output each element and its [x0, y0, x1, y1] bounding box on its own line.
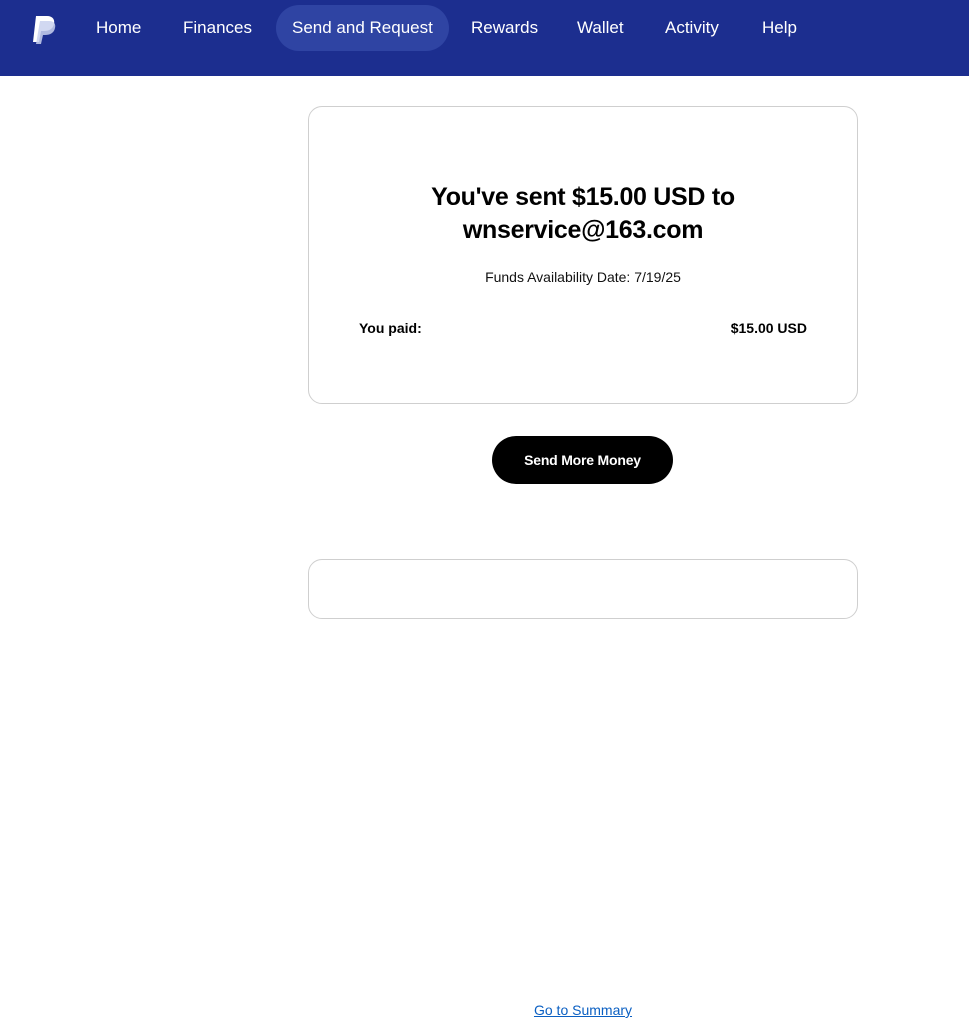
nav-item-send-and-request[interactable]: Send and Request	[276, 5, 449, 51]
summary-link-row: Go to Summary	[0, 501, 969, 1018]
nav-item-home[interactable]: Home	[80, 5, 157, 51]
top-navigation-bar: Home Finances Send and Request Rewards W…	[0, 0, 969, 76]
nav-item-activity[interactable]: Activity	[649, 5, 735, 51]
headline-amount-line: You've sent $15.00 USD to	[431, 183, 735, 211]
paypal-logo-icon[interactable]	[30, 14, 58, 44]
go-to-summary-link[interactable]: Go to Summary	[534, 1002, 632, 1018]
nav-item-wallet[interactable]: Wallet	[561, 5, 640, 51]
confirmation-headline: You've sent $15.00 USD to wnservice@163.…	[309, 181, 857, 247]
paid-amount: $15.00 USD	[730, 320, 807, 336]
funds-availability-date: Funds Availability Date: 7/19/25	[485, 269, 681, 285]
nav-item-rewards[interactable]: Rewards	[455, 5, 554, 51]
send-more-money-button[interactable]: Send More Money	[492, 436, 673, 484]
paid-label: You paid:	[359, 320, 422, 336]
nav-item-finances[interactable]: Finances	[167, 5, 268, 51]
payment-confirmation-card: You've sent $15.00 USD to wnservice@163.…	[308, 106, 858, 404]
secondary-card	[308, 559, 858, 619]
headline-recipient: wnservice@163.com	[462, 216, 704, 244]
nav-item-help[interactable]: Help	[746, 5, 813, 51]
